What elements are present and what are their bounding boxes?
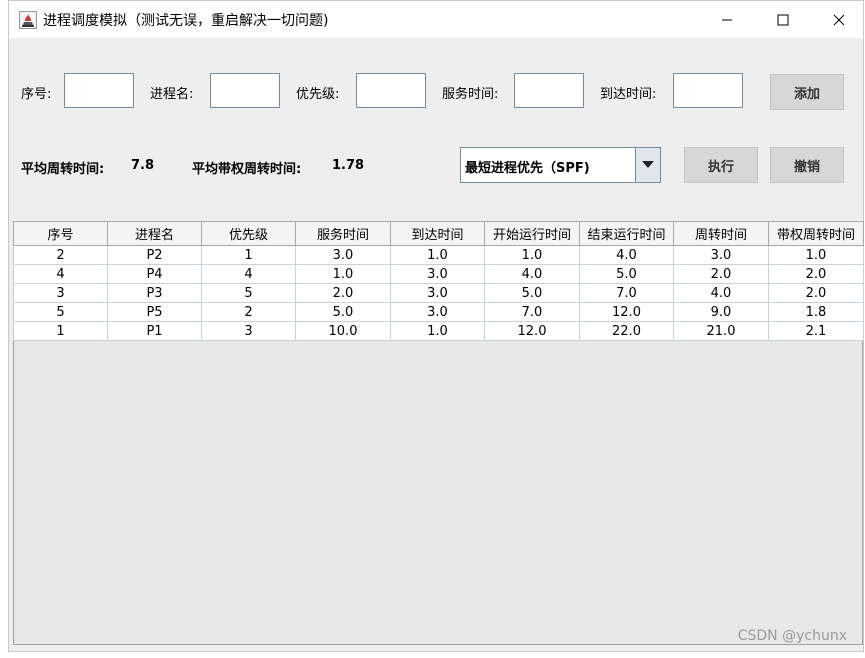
cell-turnaround[interactable]: 9.0 <box>673 302 769 322</box>
cell-turnaround[interactable]: 21.0 <box>673 321 769 341</box>
cell-weighted-turnaround[interactable]: 2.1 <box>768 321 864 341</box>
column-header-seq[interactable]: 序号 <box>13 221 108 246</box>
algorithm-dropdown-button[interactable] <box>635 148 660 182</box>
cell-priority[interactable]: 1 <box>201 245 296 265</box>
table-row[interactable]: 2 P2 1 3.0 1.0 1.0 4.0 3.0 1.0 <box>13 245 864 265</box>
column-header-weighted-turnaround[interactable]: 带权周转时间 <box>768 221 864 246</box>
process-table: 序号 进程名 优先级 服务时间 到达时间 开始运行时间 结束运行时间 周转时间 … <box>13 221 864 341</box>
cell-arrival-time[interactable]: 3.0 <box>390 302 485 322</box>
cell-service-time[interactable]: 10.0 <box>295 321 391 341</box>
cell-start-time[interactable]: 12.0 <box>484 321 580 341</box>
add-button[interactable]: 添加 <box>770 74 844 110</box>
cell-process-name[interactable]: P2 <box>107 245 202 265</box>
cell-end-time[interactable]: 22.0 <box>579 321 674 341</box>
table-row[interactable]: 1 P1 3 10.0 1.0 12.0 22.0 21.0 2.1 <box>13 321 864 341</box>
execute-button[interactable]: 执行 <box>684 147 758 183</box>
undo-button[interactable]: 撤销 <box>770 147 844 183</box>
arrival-time-input[interactable] <box>673 73 743 108</box>
table-row[interactable]: 5 P5 2 5.0 3.0 7.0 12.0 9.0 1.8 <box>13 302 864 322</box>
cell-end-time[interactable]: 5.0 <box>579 264 674 284</box>
avg-weighted-turnaround-label: 平均带权周转时间: <box>192 162 302 177</box>
avg-turnaround-label: 平均周转时间: <box>21 162 105 177</box>
cell-arrival-time[interactable]: 1.0 <box>390 245 485 265</box>
app-window: 进程调度模拟（测试无误，重启解决一切问题) 序号: 进程名: 优先级: 服务时间… <box>8 0 864 652</box>
cell-priority[interactable]: 4 <box>201 264 296 284</box>
maximize-icon <box>777 14 789 25</box>
close-icon <box>833 14 845 25</box>
cell-arrival-time[interactable]: 3.0 <box>390 283 485 303</box>
algorithm-select[interactable]: 最短进程优先（SPF) <box>460 147 661 183</box>
window-title: 进程调度模拟（测试无误，重启解决一切问题) <box>43 13 329 29</box>
minimize-button[interactable] <box>699 1 755 38</box>
cell-start-time[interactable]: 4.0 <box>484 264 580 284</box>
cell-seq[interactable]: 4 <box>13 264 108 284</box>
cell-process-name[interactable]: P1 <box>107 321 202 341</box>
cell-arrival-time[interactable]: 3.0 <box>390 264 485 284</box>
cell-service-time[interactable]: 2.0 <box>295 283 391 303</box>
column-header-start-time[interactable]: 开始运行时间 <box>484 221 580 246</box>
cell-weighted-turnaround[interactable]: 2.0 <box>768 283 864 303</box>
cell-process-name[interactable]: P4 <box>107 264 202 284</box>
column-header-turnaround[interactable]: 周转时间 <box>673 221 769 246</box>
priority-label: 优先级: <box>296 87 340 102</box>
close-button[interactable] <box>811 1 865 38</box>
cell-seq[interactable]: 5 <box>13 302 108 322</box>
table-row[interactable]: 4 P4 4 1.0 3.0 4.0 5.0 2.0 2.0 <box>13 264 864 284</box>
cell-start-time[interactable]: 7.0 <box>484 302 580 322</box>
java-app-icon <box>19 11 37 29</box>
maximize-button[interactable] <box>755 1 811 38</box>
cell-service-time[interactable]: 5.0 <box>295 302 391 322</box>
table-header-row: 序号 进程名 优先级 服务时间 到达时间 开始运行时间 结束运行时间 周转时间 … <box>13 221 864 246</box>
cell-weighted-turnaround[interactable]: 1.0 <box>768 245 864 265</box>
table-row[interactable]: 3 P3 5 2.0 3.0 5.0 7.0 4.0 2.0 <box>13 283 864 303</box>
watermark-text: CSDN @ychunx <box>737 628 847 644</box>
minimize-icon <box>722 19 732 20</box>
cell-service-time[interactable]: 1.0 <box>295 264 391 284</box>
cell-seq[interactable]: 1 <box>13 321 108 341</box>
avg-turnaround-value: 7.8 <box>131 158 155 173</box>
title-bar[interactable]: 进程调度模拟（测试无误，重启解决一切问题) <box>9 1 863 38</box>
cell-turnaround[interactable]: 3.0 <box>673 245 769 265</box>
cell-seq[interactable]: 2 <box>13 245 108 265</box>
cell-priority[interactable]: 3 <box>201 321 296 341</box>
cell-process-name[interactable]: P3 <box>107 283 202 303</box>
cell-process-name[interactable]: P5 <box>107 302 202 322</box>
avg-weighted-turnaround-value: 1.78 <box>332 158 365 173</box>
cell-priority[interactable]: 5 <box>201 283 296 303</box>
cell-turnaround[interactable]: 2.0 <box>673 264 769 284</box>
cell-service-time[interactable]: 3.0 <box>295 245 391 265</box>
cell-seq[interactable]: 3 <box>13 283 108 303</box>
column-header-service-time[interactable]: 服务时间 <box>295 221 391 246</box>
column-header-arrival-time[interactable]: 到达时间 <box>390 221 485 246</box>
arrival-time-label: 到达时间: <box>600 87 657 102</box>
process-table-area[interactable]: 序号 进程名 优先级 服务时间 到达时间 开始运行时间 结束运行时间 周转时间 … <box>13 221 864 645</box>
cell-arrival-time[interactable]: 1.0 <box>390 321 485 341</box>
cell-priority[interactable]: 2 <box>201 302 296 322</box>
cell-start-time[interactable]: 5.0 <box>484 283 580 303</box>
process-name-label: 进程名: <box>150 87 194 102</box>
service-time-input[interactable] <box>514 73 584 108</box>
cell-end-time[interactable]: 4.0 <box>579 245 674 265</box>
cell-turnaround[interactable]: 4.0 <box>673 283 769 303</box>
cell-end-time[interactable]: 12.0 <box>579 302 674 322</box>
priority-input[interactable] <box>356 73 426 108</box>
column-header-process-name[interactable]: 进程名 <box>107 221 202 246</box>
dropdown-arrow-icon <box>642 161 654 168</box>
cell-end-time[interactable]: 7.0 <box>579 283 674 303</box>
seq-label: 序号: <box>21 87 52 102</box>
process-name-input[interactable] <box>210 73 280 108</box>
cell-weighted-turnaround[interactable]: 1.8 <box>768 302 864 322</box>
column-header-priority[interactable]: 优先级 <box>201 221 296 246</box>
service-time-label: 服务时间: <box>442 87 499 102</box>
algorithm-selected-value: 最短进程优先（SPF) <box>465 161 590 176</box>
column-header-end-time[interactable]: 结束运行时间 <box>579 221 674 246</box>
cell-weighted-turnaround[interactable]: 2.0 <box>768 264 864 284</box>
seq-input[interactable] <box>64 73 134 108</box>
cell-start-time[interactable]: 1.0 <box>484 245 580 265</box>
